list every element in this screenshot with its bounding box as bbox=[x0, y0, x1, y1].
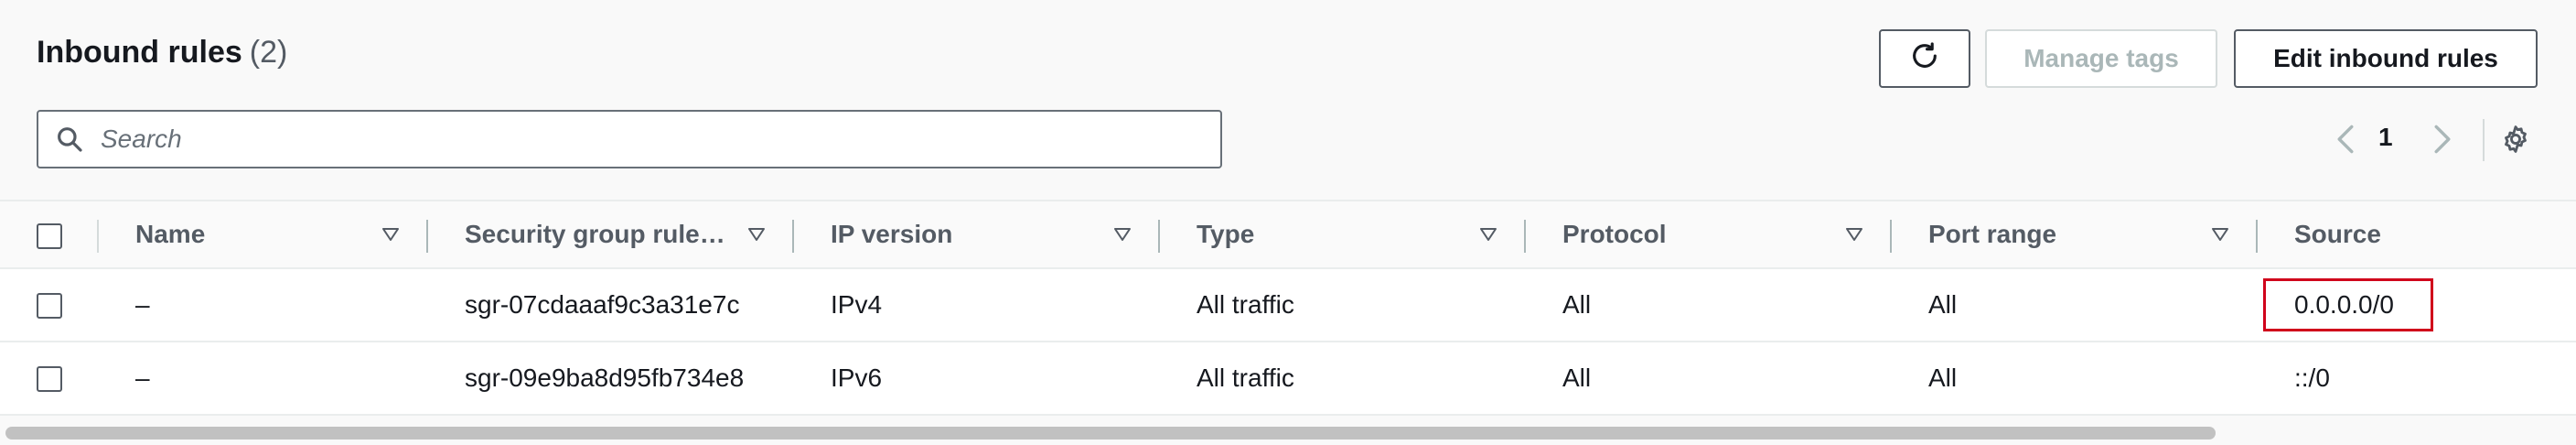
refresh-button[interactable] bbox=[1879, 29, 1970, 88]
column-header-name[interactable]: Name bbox=[135, 201, 205, 267]
column-divider bbox=[97, 220, 99, 253]
refresh-icon bbox=[1909, 40, 1940, 78]
sort-icon[interactable] bbox=[1844, 225, 1864, 244]
column-divider[interactable] bbox=[1890, 220, 1892, 253]
sort-icon[interactable] bbox=[381, 225, 401, 244]
scrollbar-thumb[interactable] bbox=[5, 427, 2216, 440]
table-row[interactable]: – sgr-07cdaaaf9c3a31e7c IPv4 All traffic… bbox=[0, 269, 2576, 342]
search-box[interactable] bbox=[37, 110, 1222, 168]
column-divider[interactable] bbox=[1158, 220, 1160, 253]
column-header-protocol[interactable]: Protocol bbox=[1562, 201, 1667, 267]
search-icon bbox=[55, 125, 84, 154]
column-divider[interactable] bbox=[426, 220, 428, 253]
cell-protocol: All bbox=[1562, 290, 1592, 319]
gear-icon bbox=[2505, 125, 2527, 153]
cell-type: All traffic bbox=[1197, 364, 1294, 392]
cell-port-range: All bbox=[1928, 364, 1958, 392]
chevron-right-icon bbox=[2434, 125, 2451, 154]
panel-header: Inbound rules (2) Manage tags Edit inboun… bbox=[0, 0, 2576, 200]
sort-icon[interactable] bbox=[1478, 225, 1498, 244]
table-header: Name Security group rule… IP version Typ… bbox=[0, 200, 2576, 269]
column-header-source[interactable]: Source bbox=[2294, 201, 2381, 267]
cell-name: – bbox=[135, 290, 150, 319]
column-divider[interactable] bbox=[2256, 220, 2258, 253]
row-checkbox[interactable] bbox=[37, 366, 62, 392]
edit-inbound-rules-button[interactable]: Edit inbound rules bbox=[2234, 29, 2538, 88]
cell-type: All traffic bbox=[1197, 290, 1294, 319]
column-header-port-range[interactable]: Port range bbox=[1928, 201, 2056, 267]
column-header-ip-version[interactable]: IP version bbox=[831, 201, 952, 267]
current-page-number[interactable]: 1 bbox=[2378, 123, 2393, 152]
sort-icon[interactable] bbox=[746, 225, 767, 244]
search-input[interactable] bbox=[99, 124, 1220, 155]
column-header-rule-id[interactable]: Security group rule… bbox=[465, 201, 725, 267]
cell-port-range: All bbox=[1928, 290, 1958, 319]
manage-tags-button[interactable]: Manage tags bbox=[1985, 29, 2217, 88]
cell-source: ::/0 bbox=[2294, 364, 2330, 392]
sort-icon[interactable] bbox=[1112, 225, 1132, 244]
column-header-type[interactable]: Type bbox=[1197, 201, 1254, 267]
preferences-button[interactable] bbox=[2497, 121, 2534, 157]
column-divider[interactable] bbox=[1524, 220, 1526, 253]
rule-count: (2) bbox=[249, 35, 288, 70]
pager-divider bbox=[2483, 119, 2485, 161]
select-all-checkbox[interactable] bbox=[37, 223, 62, 249]
row-checkbox[interactable] bbox=[37, 293, 62, 319]
cell-rule-id: sgr-09e9ba8d95fb734e8 bbox=[465, 364, 745, 392]
cell-rule-id: sgr-07cdaaaf9c3a31e7c bbox=[465, 290, 740, 319]
previous-page-button[interactable] bbox=[2327, 121, 2364, 157]
cell-name: – bbox=[135, 364, 150, 392]
chevron-left-icon bbox=[2337, 125, 2354, 154]
cell-protocol: All bbox=[1562, 364, 1592, 392]
next-page-button[interactable] bbox=[2424, 121, 2461, 157]
cell-ip-version: IPv6 bbox=[831, 364, 883, 392]
table-row[interactable]: – sgr-09e9ba8d95fb734e8 IPv6 All traffic… bbox=[0, 342, 2576, 416]
column-divider[interactable] bbox=[792, 220, 794, 253]
sort-icon[interactable] bbox=[2210, 225, 2230, 244]
panel-title: Inbound rules (2) bbox=[37, 35, 287, 71]
panel-title-text: Inbound rules bbox=[37, 35, 242, 70]
cell-source: 0.0.0.0/0 bbox=[2294, 290, 2394, 319]
cell-ip-version: IPv4 bbox=[831, 290, 883, 319]
